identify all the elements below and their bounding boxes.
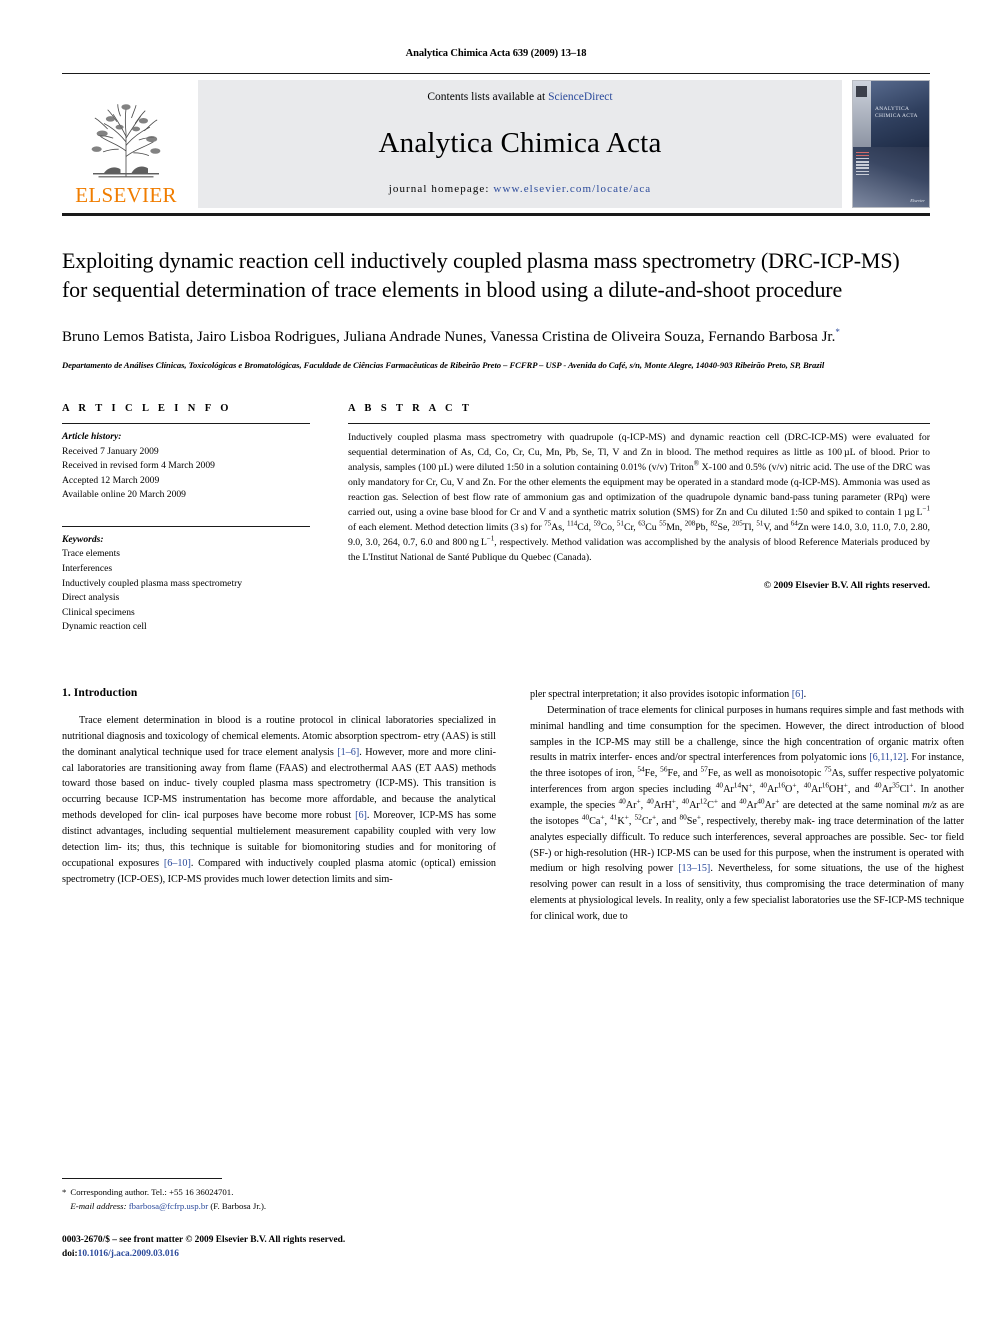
- masthead-bottom-rule: [62, 213, 930, 216]
- abstract-heading: A B S T R A C T: [348, 403, 473, 414]
- page-title: Exploiting dynamic reaction cell inducti…: [62, 248, 900, 303]
- history-item: Available online 20 March 2009: [62, 489, 186, 501]
- doi-line: doi:10.1016/j.aca.2009.03.016: [62, 1247, 496, 1261]
- doi-label: doi:: [62, 1248, 78, 1259]
- abstract-column: A B S T R A C T Inductively coupled plas…: [348, 403, 930, 635]
- citation-link[interactable]: [6]: [355, 810, 367, 821]
- history-item: Accepted 12 March 2009: [62, 474, 160, 486]
- corresponding-marker: *: [835, 326, 840, 337]
- author-list: Bruno Lemos Batista, Jairo Lisboa Rodrig…: [62, 327, 930, 349]
- citation-link[interactable]: [1–6]: [337, 747, 359, 758]
- footnote-body: Corresponding author. Tel.: +55 16 36024…: [70, 1186, 496, 1212]
- sciencedirect-banner: Contents lists available at ScienceDirec…: [198, 80, 842, 208]
- paragraph: Trace element determination in blood is …: [62, 714, 496, 885]
- sciencedirect-link[interactable]: ScienceDirect: [548, 91, 613, 103]
- keyword-item: Inductively coupled plasma mass spectrom…: [62, 577, 243, 589]
- footnote-rule: [62, 1178, 222, 1180]
- running-head: Analytica Chimica Acta 639 (2009) 13–18: [405, 48, 587, 59]
- keyword-item: Trace elements: [62, 548, 120, 560]
- body-columns: 1. Introduction Trace element determinat…: [62, 687, 964, 925]
- elsevier-tree-icon: [91, 104, 161, 178]
- homepage-url[interactable]: www.elsevier.com/locate/aca: [493, 183, 651, 195]
- cover-side-strip: [853, 81, 871, 147]
- citation-link[interactable]: [6]: [792, 689, 804, 700]
- cover-top-panel: ANALYTICA CHIMICA ACTA: [853, 81, 929, 147]
- email-person: (F. Barbosa Jr.).: [210, 1200, 267, 1211]
- doi-value[interactable]: 10.1016/j.aca.2009.03.016: [78, 1249, 179, 1259]
- keywords-list: Keywords: Trace elements Interferences I…: [62, 527, 310, 635]
- elsevier-wordmark: ELSEVIER: [75, 183, 177, 207]
- keywords-block: Keywords: Trace elements Interferences I…: [62, 520, 310, 635]
- keyword-item: Interferences: [62, 563, 113, 575]
- history-label: Article history:: [62, 431, 122, 442]
- article-info-heading: A R T I C L E I N F O: [62, 403, 232, 414]
- paragraph: Determination of trace elements for clin…: [530, 704, 965, 922]
- elsevier-logo: ELSEVIER: [62, 80, 190, 208]
- article-page: Analytica Chimica Acta 639 (2009) 13–18: [0, 0, 992, 1323]
- author-names: Bruno Lemos Batista, Jairo Lisboa Rodrig…: [62, 328, 836, 345]
- email-link[interactable]: fbarbosa@fcfrp.usp.br: [129, 1201, 208, 1211]
- body-column-left: 1. Introduction Trace element determinat…: [62, 687, 496, 925]
- paragraph: pler spectral interpretation; it also pr…: [530, 688, 807, 700]
- contents-line: Contents lists available at ScienceDirec…: [427, 91, 612, 103]
- homepage-label: journal homepage:: [388, 183, 490, 195]
- history-item: Received 7 January 2009: [62, 445, 159, 457]
- keyword-item: Dynamic reaction cell: [62, 621, 147, 633]
- keywords-label: Keywords:: [62, 533, 104, 545]
- issn-line: 0003-2670/$ – see front matter © 2009 El…: [62, 1234, 346, 1245]
- citation-link[interactable]: [13–15]: [678, 863, 710, 874]
- info-abstract-block: A R T I C L E I N F O Article history: R…: [62, 403, 930, 635]
- cover-bottom-panel: Elsevier: [853, 146, 929, 207]
- abstract-text: Inductively coupled plasma mass spectrom…: [348, 432, 930, 563]
- journal-homepage: journal homepage: www.elsevier.com/locat…: [389, 183, 652, 195]
- issn-copyright: 0003-2670/$ – see front matter © 2009 El…: [62, 1233, 496, 1261]
- contents-prefix: Contents lists available at: [427, 91, 549, 103]
- abstract-copyright: © 2009 Elsevier B.V. All rights reserved…: [763, 580, 930, 592]
- corresponding-author-note: * Corresponding author. Tel.: +55 16 360…: [62, 1186, 496, 1212]
- article-history: Article history: Received 7 January 2009…: [62, 424, 310, 503]
- history-item: Received in revised form 4 March 2009: [62, 460, 215, 472]
- citation-link[interactable]: [6–10]: [164, 858, 191, 869]
- cover-text-lines: [856, 151, 869, 178]
- email-label: E-mail address:: [70, 1200, 127, 1211]
- corresponding-text: Corresponding author. Tel.: +55 16 36024…: [70, 1187, 234, 1198]
- journal-masthead: ELSEVIER Contents lists available at Sci…: [62, 80, 930, 208]
- journal-title: Analytica Chimica Acta: [378, 126, 662, 159]
- header-rule: [62, 73, 930, 74]
- page-footnotes: * Corresponding author. Tel.: +55 16 360…: [62, 1178, 496, 1261]
- keyword-item: Direct analysis: [62, 592, 120, 604]
- body-column-right: pler spectral interpretation; it also pr…: [530, 687, 964, 925]
- affiliation: Departamento de Análises Clínicas, Toxic…: [62, 360, 825, 371]
- cover-title-text: ANALYTICA CHIMICA ACTA: [875, 105, 918, 120]
- footnote-star: *: [62, 1187, 67, 1198]
- keyword-item: Clinical specimens: [62, 606, 135, 618]
- article-info-column: A R T I C L E I N F O Article history: R…: [62, 403, 310, 635]
- journal-cover-thumbnail: ANALYTICA CHIMICA ACTA Elsevier: [852, 80, 930, 208]
- cover-signature: Elsevier: [910, 197, 925, 203]
- citation-link[interactable]: [6,11,12]: [869, 752, 906, 763]
- section-heading-introduction: 1. Introduction: [62, 686, 138, 699]
